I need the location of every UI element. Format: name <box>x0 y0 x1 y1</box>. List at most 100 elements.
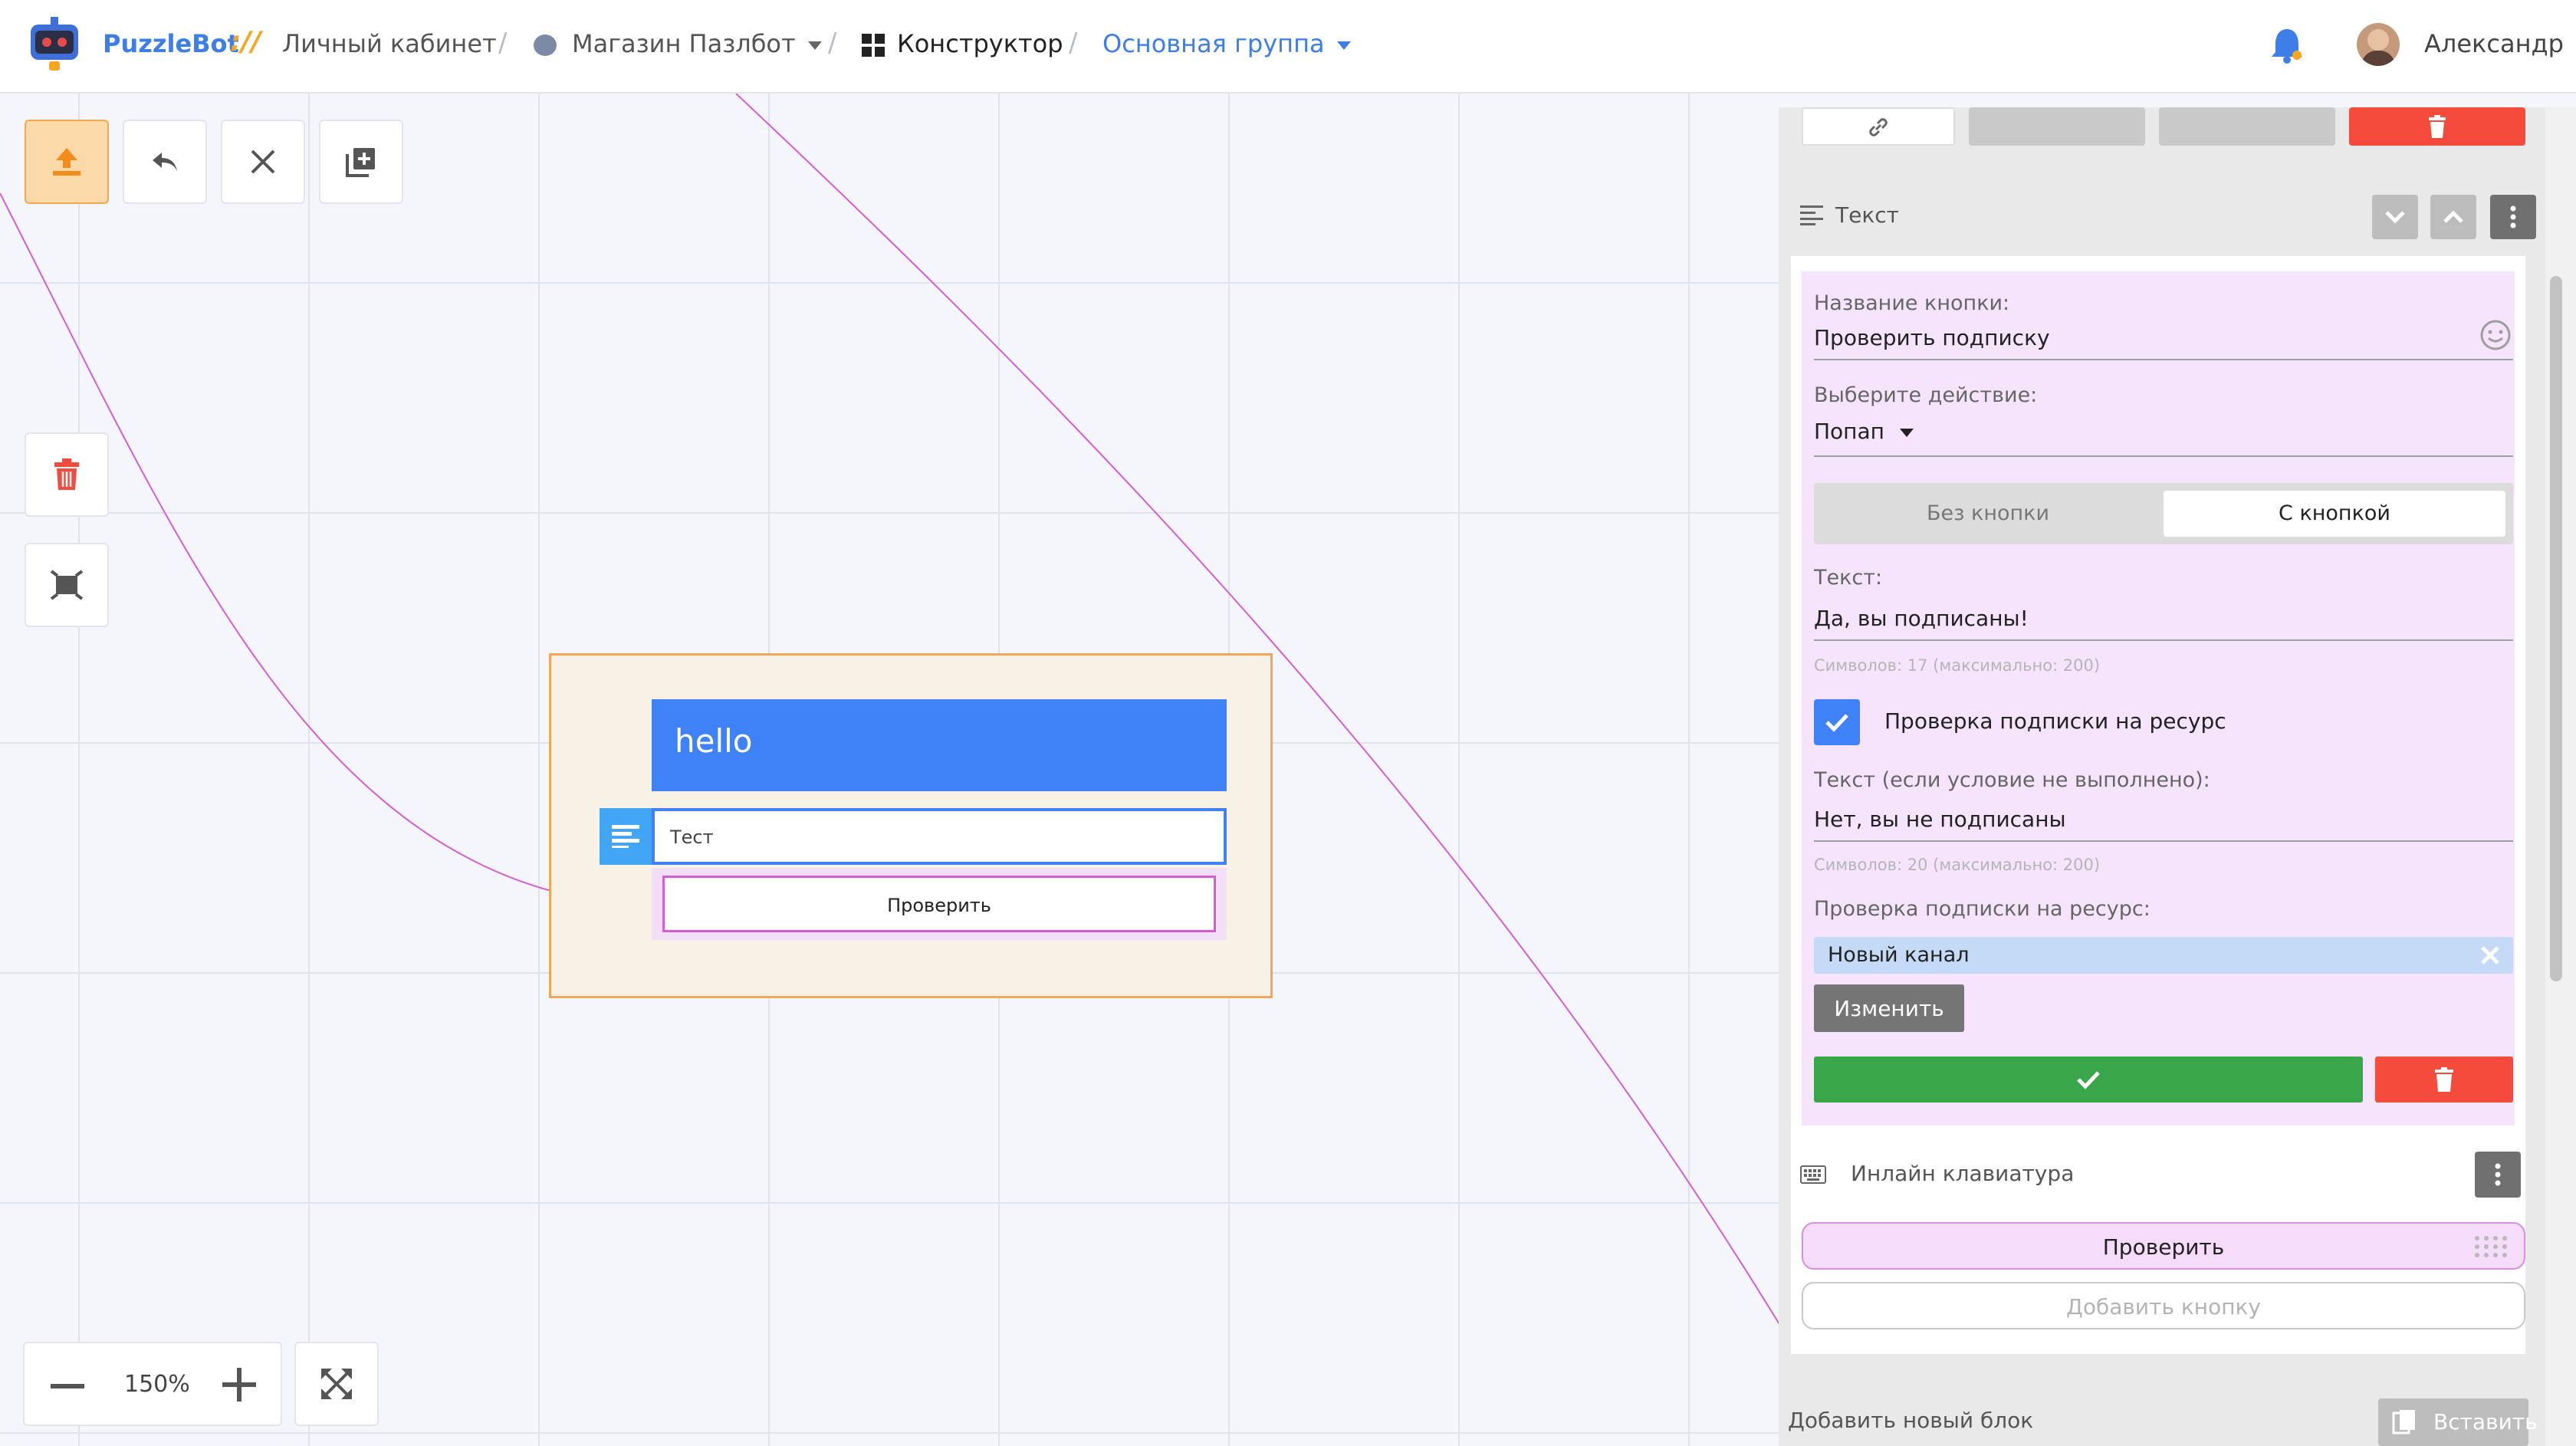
add-new-block-label: Добавить новый блок <box>1788 1408 2034 1433</box>
puzzlebot-logo-icon[interactable] <box>28 17 81 72</box>
add-keyboard-button[interactable]: Добавить кнопку <box>1802 1282 2525 1329</box>
text-label: Текст: <box>1814 566 1883 590</box>
close-button[interactable] <box>221 120 305 204</box>
section-title: Текст <box>1835 202 1899 228</box>
breadcrumb-constructor-label: Конструктор <box>897 29 1063 58</box>
library-add-icon <box>346 148 375 177</box>
shop-bot-icon <box>534 35 557 56</box>
alt-text-char-count: Символов: 20 (максимально: 200) <box>1814 856 2101 874</box>
upload-icon <box>53 148 80 176</box>
notification-bell-icon[interactable] <box>2269 26 2305 64</box>
input-underline <box>1814 840 2513 842</box>
mode-no-button[interactable]: Без кнопки <box>1814 483 2162 544</box>
breadcrumb-group-label: Основная группа <box>1102 29 1325 58</box>
keyboard-button[interactable]: Проверить <box>1802 1222 2525 1270</box>
action-label: Выберите действие: <box>1814 383 2038 407</box>
remove-chip-icon[interactable] <box>2478 943 2502 968</box>
paste-button[interactable]: Вставить <box>2378 1398 2538 1446</box>
button-name-label: Название кнопки: <box>1814 291 2010 315</box>
breadcrumb-shop[interactable]: Магазин Пазлбот <box>534 29 822 58</box>
inline-keyboard-title: Инлайн клавиатура <box>1851 1161 2075 1186</box>
trash-icon <box>54 458 79 490</box>
resource-chip[interactable]: Новый канал <box>1814 937 2513 974</box>
breadcrumb-constructor[interactable]: Конструктор <box>862 29 1063 58</box>
input-underline <box>1814 359 2513 360</box>
zoom-level: 150% <box>124 1371 190 1398</box>
check-icon <box>1825 714 1848 732</box>
breadcrumb-shop-label: Магазин Пазлбот <box>572 29 796 58</box>
undo-icon <box>153 153 177 171</box>
keyboard-icon <box>1800 1165 1826 1184</box>
zoom-control: 150% <box>23 1342 282 1426</box>
text-align-icon <box>600 808 652 865</box>
text-section-icon <box>1800 205 1823 225</box>
breadcrumb-separator: / <box>498 28 508 58</box>
breadcrumb-cabinet[interactable]: Личный кабинет <box>282 29 497 58</box>
chevron-down-icon <box>2385 211 2405 224</box>
brand-name[interactable]: PuzzleBot <box>103 29 239 58</box>
mode-with-button[interactable]: С кнопкой <box>2164 491 2505 537</box>
change-resource-button[interactable]: Изменить <box>1814 984 1964 1032</box>
resource-label: Проверка подписки на ресурс: <box>1814 897 2150 921</box>
subscription-check-checkbox[interactable] <box>1814 699 1860 745</box>
save-button-settings[interactable] <box>1814 1057 2363 1103</box>
select-area-button[interactable] <box>25 543 109 627</box>
panel-scrollbar-thumb[interactable] <box>2550 276 2562 981</box>
fullscreen-icon <box>321 1369 352 1399</box>
paste-label: Вставить <box>2433 1409 2538 1434</box>
delete-button[interactable] <box>25 432 109 517</box>
publish-button[interactable] <box>25 120 109 204</box>
more-vertical-icon <box>2495 1163 2501 1186</box>
block-title[interactable]: hello <box>652 699 1227 791</box>
drag-handle-icon[interactable] <box>2473 1234 2512 1259</box>
alt-text-label: Текст (если условие не выполнено): <box>1814 768 2210 792</box>
top-navbar: PuzzleBot :// Личный кабинет / Магазин П… <box>0 0 2576 94</box>
zoom-out-icon[interactable] <box>46 1371 89 1402</box>
user-name[interactable]: Александр <box>2424 29 2564 58</box>
text-item-label: Тест <box>652 808 1227 865</box>
move-down-button[interactable] <box>2372 195 2418 239</box>
link-icon <box>1869 118 1888 136</box>
panel-tool-button[interactable] <box>2159 107 2335 146</box>
chevron-down-icon <box>807 41 822 50</box>
link-button[interactable] <box>1802 107 1955 146</box>
action-select[interactable]: Попап <box>1814 419 1914 444</box>
zoom-in-icon[interactable] <box>218 1363 261 1406</box>
trash-icon <box>2429 115 2446 138</box>
grid-icon <box>862 34 885 57</box>
undo-button[interactable] <box>123 120 207 204</box>
breadcrumb-separator: / <box>1069 28 1078 58</box>
brand-separator: :// <box>230 26 261 58</box>
check-icon <box>2077 1071 2100 1089</box>
fit-screen-button[interactable] <box>294 1342 379 1426</box>
select-frame-icon <box>50 570 84 600</box>
action-select-value: Попап <box>1814 419 1884 444</box>
panel-tool-button[interactable] <box>1969 107 2145 146</box>
chevron-down-icon <box>1336 41 1351 50</box>
text-input[interactable]: Да, вы подписаны! <box>1814 606 2029 631</box>
trash-icon <box>2435 1067 2453 1092</box>
breadcrumb-separator: / <box>828 28 837 58</box>
move-up-button[interactable] <box>2430 195 2476 239</box>
delete-button-settings[interactable] <box>2375 1057 2513 1103</box>
alt-text-input[interactable]: Нет, вы не подписаны <box>1814 807 2066 832</box>
close-icon <box>251 150 275 174</box>
chevron-up-icon <box>2443 210 2463 223</box>
add-block-button[interactable] <box>319 120 403 204</box>
keyboard-options-button[interactable] <box>2475 1152 2521 1198</box>
breadcrumb-group[interactable]: Основная группа <box>1102 29 1351 58</box>
canvas-check-button[interactable]: Проверить <box>662 876 1216 932</box>
text-item[interactable]: Тест <box>600 808 1227 865</box>
canvas-button-row: Проверить <box>652 868 1227 940</box>
avatar[interactable] <box>2357 23 2400 66</box>
emoji-icon[interactable] <box>2479 319 2512 351</box>
delete-block-button[interactable] <box>2349 107 2525 146</box>
chevron-down-icon <box>1899 428 1914 437</box>
button-name-input[interactable]: Проверить подписку <box>1814 325 2050 350</box>
paste-icon <box>2392 1410 2415 1434</box>
more-vertical-icon <box>2510 205 2516 228</box>
text-char-count: Символов: 17 (максимально: 200) <box>1814 656 2101 675</box>
subscription-check-label: Проверка подписки на ресурс <box>1884 708 2226 734</box>
more-options-button[interactable] <box>2490 195 2536 239</box>
input-underline <box>1814 455 2513 457</box>
